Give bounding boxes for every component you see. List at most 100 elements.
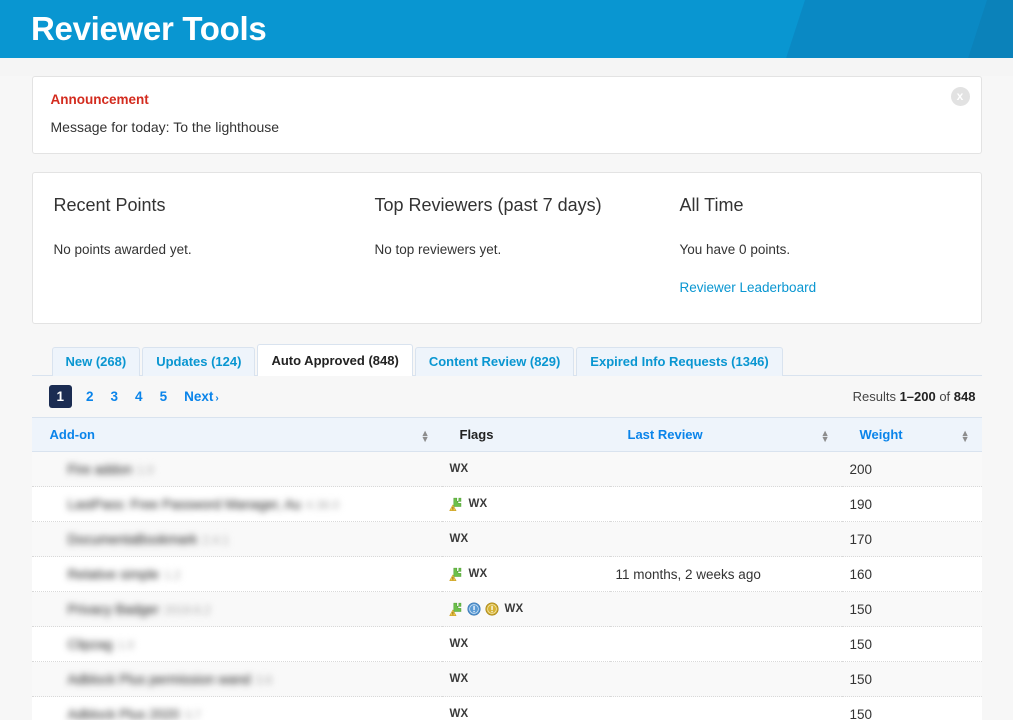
recent-points-heading: Recent Points [54,195,333,216]
table-row[interactable]: Fire addon1.0WX200 [32,452,982,487]
webextension-badge: WX [469,498,488,510]
stats-top-reviewers: Top Reviewers (past 7 days) No top revie… [353,195,658,297]
addon-name-link[interactable]: Fire addon [68,462,133,477]
cell-weight: 160 [842,557,982,592]
cell-addon-name[interactable]: DocumentaBookmark 2.4.1 [32,522,442,557]
addon-version: 2.4.1 [202,533,229,547]
cell-last-review [610,452,842,487]
puzzle-piece-warning-icon [448,567,463,582]
addon-version: 2019.6.2 [164,603,211,617]
puzzle-piece-warning-icon [448,497,463,512]
column-header-weight[interactable]: Weight ▲▼ [842,418,982,452]
pagination-next[interactable]: Next› [184,389,219,404]
table-head: Add-on ▲▼ Flags Last Review ▲▼ Weight ▲▼ [32,418,982,452]
cell-addon-name[interactable]: Privacy Badger 2019.6.2 [32,592,442,627]
column-header-last-review[interactable]: Last Review ▲▼ [610,418,842,452]
results-range: 1–200 [900,389,936,404]
all-time-body: You have 0 points. [680,242,958,257]
close-icon[interactable]: x [951,87,970,106]
cell-weight: 190 [842,487,982,522]
cell-flags: WX [442,697,610,720]
cell-weight: 150 [842,697,982,720]
cell-last-review: 11 months, 2 weeks ago [610,557,842,592]
addon-name-link[interactable]: Clipzag [68,637,113,652]
column-header-flags: Flags [442,418,610,452]
cell-last-review [610,697,842,720]
cell-flags: WX [442,487,610,522]
announcement-message: Message for today: To the lighthouse [51,119,963,135]
addon-version: 1.0 [137,463,154,477]
cell-flags: WX [442,452,610,487]
addon-name-link[interactable]: DocumentaBookmark [68,532,198,547]
tab-expired-info-requests-1346[interactable]: Expired Info Requests (1346) [576,347,782,376]
addon-name-link[interactable]: Adblock Plus 2020 [68,707,180,720]
column-header-label: Add-on [50,427,95,442]
flags-group: WX [442,697,610,720]
tab-updates-124[interactable]: Updates (124) [142,347,255,376]
tab-auto-approved-848[interactable]: Auto Approved (848) [257,344,412,376]
webextension-badge: WX [505,603,524,615]
addon-version: 3.6 [256,673,273,687]
addon-name-link[interactable]: LastPass: Free Password Manager, Au [68,497,301,512]
reviewer-leaderboard-link[interactable]: Reviewer Leaderboard [680,280,817,295]
page-title: Reviewer Tools [0,0,1013,49]
tab-content-review-829[interactable]: Content Review (829) [415,347,574,376]
column-header-add-on[interactable]: Add-on ▲▼ [32,418,442,452]
pagination-page-1[interactable]: 1 [49,385,73,408]
sort-arrows-icon[interactable]: ▲▼ [821,427,830,439]
table-row[interactable]: Privacy Badger2019.6.2WX150 [32,592,982,627]
flags-group: WX [442,662,610,696]
cell-addon-name[interactable]: Adblock Plus 2020 3.7 [32,697,442,720]
addon-name-link[interactable]: Adblock Plus permission wand [68,672,251,687]
sort-arrows-icon[interactable]: ▲▼ [421,427,430,439]
cell-last-review [610,627,842,662]
webextension-badge: WX [450,533,469,545]
cell-addon-name[interactable]: Relative simple 1.2 [32,557,442,592]
column-header-label: Last Review [628,427,703,442]
pagination-page-5[interactable]: 5 [160,389,168,404]
table-row[interactable]: Adblock Plus permission wand3.6WX150 [32,662,982,697]
results-total: 848 [954,389,976,404]
flags-group: WX [442,522,610,556]
column-header-label: Weight [860,427,903,442]
addon-version: 1.2 [164,568,181,582]
webextension-badge: WX [450,463,469,475]
pagination-page-4[interactable]: 4 [135,389,143,404]
addon-name-link[interactable]: Privacy Badger [68,602,160,617]
site-header: Reviewer Tools [0,0,1013,58]
pagination-page-2[interactable]: 2 [86,389,94,404]
tab-new-268[interactable]: New (268) [52,347,141,376]
table-row[interactable]: DocumentaBookmark 2.4.1 WX 170 [32,522,982,557]
results-prefix: Results [853,389,900,404]
flags-group: WX [442,452,610,486]
pagination-page-3[interactable]: 3 [111,389,119,404]
addon-name-link[interactable]: Relative simple [68,567,160,582]
table-row[interactable]: Clipzag 1.0 WX 150 [32,627,982,662]
cell-flags: WX [442,662,610,697]
cell-weight: 170 [842,522,982,557]
table-row[interactable]: Relative simple 1.2 WX 11 months, 2 weeks a… [32,557,982,592]
cell-flags: WX [442,522,610,557]
webextension-badge: WX [469,568,488,580]
puzzle-piece-warning-icon [448,602,463,617]
cell-addon-name[interactable]: Fire addon 1.0 [32,452,442,487]
cell-last-review [610,662,842,697]
info-circle-blue-icon [467,602,481,616]
results-count: Results 1–200 of 848 [853,389,980,404]
addon-version: 1.0 [118,638,135,652]
stats-all-time: All Time You have 0 points. Reviewer Lea… [658,195,978,297]
table-row[interactable]: Adblock Plus 2020 3.7 WX 150 [32,697,982,720]
table-row[interactable]: LastPass: Free Password Manager, Au4.38.… [32,487,982,522]
cell-addon-name[interactable]: Adblock Plus permission wand 3.6 [32,662,442,697]
sort-arrows-icon[interactable]: ▲▼ [961,427,970,439]
cell-last-review [610,487,842,522]
cell-flags: WX [442,627,610,662]
flags-group: WX [442,487,610,521]
pagination: 12 3 4 5 Next› [50,385,219,408]
cell-last-review [610,522,842,557]
cell-addon-name[interactable]: Clipzag 1.0 [32,627,442,662]
cell-weight: 150 [842,627,982,662]
cell-addon-name[interactable]: LastPass: Free Password Manager, Au4.38.… [32,487,442,522]
all-time-heading: All Time [680,195,958,216]
addon-version: 3.7 [184,708,201,720]
